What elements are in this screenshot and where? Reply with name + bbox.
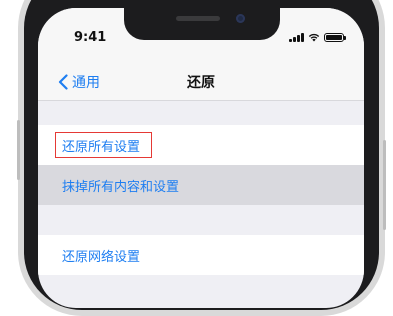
reset-network-settings-row[interactable]: 还原网络设置 <box>38 235 364 275</box>
battery-icon <box>324 33 346 42</box>
status-time: 9:41 <box>74 30 107 45</box>
side-button-left <box>17 120 20 180</box>
page-title: 还原 <box>187 75 215 91</box>
wifi-icon <box>308 33 320 42</box>
status-bar: 9:41 <box>38 8 364 52</box>
side-button-right <box>383 140 386 230</box>
row-label: 还原所有设置 <box>62 139 141 155</box>
section-gap <box>38 205 364 235</box>
notch <box>124 8 280 40</box>
speaker-grille <box>176 16 220 21</box>
row-label: 还原网络设置 <box>62 249 141 265</box>
phone-screen: 9:41 通用 还原 还原所有设置 抹掉所有内容和设置 还原网络设置 <box>38 8 364 308</box>
cellular-signal-icon <box>289 33 304 42</box>
navigation-bar: 通用 还原 <box>38 52 364 101</box>
section-gap <box>38 101 364 125</box>
row-label: 抹掉所有内容和设置 <box>62 179 180 195</box>
front-camera-icon <box>236 14 245 23</box>
status-icons <box>289 32 346 42</box>
erase-all-content-row[interactable]: 抹掉所有内容和设置 <box>38 165 364 205</box>
reset-all-settings-row[interactable]: 还原所有设置 <box>38 125 364 165</box>
